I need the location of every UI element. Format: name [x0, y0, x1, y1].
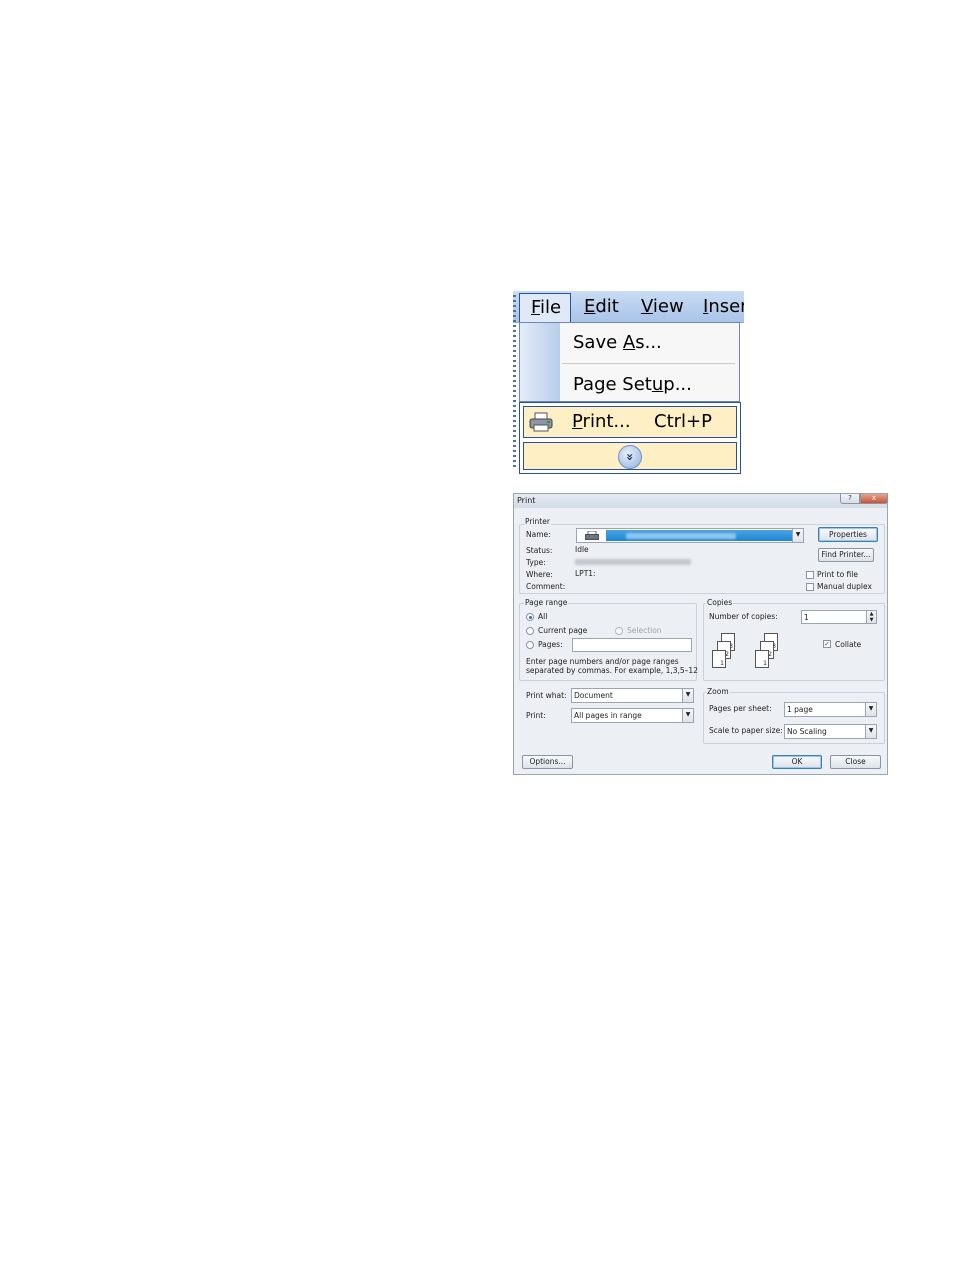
find-printer-button[interactable]: Find Printer...	[818, 548, 874, 562]
page-range-group-label: Page range	[524, 598, 569, 607]
help-button[interactable]: ?	[840, 494, 860, 504]
chevron-down-icon[interactable]: ▼	[792, 529, 803, 542]
all-label: All	[538, 612, 548, 621]
toolbar-grip	[513, 295, 516, 470]
comment-label: Comment:	[526, 582, 566, 591]
collate-page-icon: 1	[755, 650, 769, 668]
print-shortcut: Ctrl+P	[654, 411, 712, 432]
printer-icon	[529, 412, 553, 432]
copies-stepper[interactable]: 1 ▲ ▼	[801, 610, 877, 624]
print-what-label: Print what:	[526, 691, 567, 700]
print-label: Print...	[572, 411, 631, 432]
spinner-arrows-icon[interactable]: ▲ ▼	[866, 611, 876, 623]
close-button[interactable]: Close	[830, 755, 881, 769]
chevron-down-icon[interactable]: ▼	[865, 725, 876, 738]
chevron-down-icon[interactable]: ▼	[682, 709, 693, 722]
close-icon[interactable]: x	[860, 494, 888, 504]
printer-name-redacted	[626, 533, 736, 539]
menu-gutter	[520, 323, 560, 401]
menu-item-save-as[interactable]: Save As...	[573, 332, 662, 353]
scale-to-paper-label: Scale to paper size:	[709, 726, 783, 735]
type-label: Type:	[526, 558, 546, 567]
options-button[interactable]: Options...	[522, 755, 573, 769]
zoom-group-label: Zoom	[706, 687, 730, 696]
all-radio[interactable]	[526, 613, 534, 621]
print-highlight-area: Print... Ctrl+P »	[519, 402, 741, 474]
file-dropdown: Save As... Page Setup...	[519, 322, 740, 402]
chevron-down-icon[interactable]: ▼	[682, 689, 693, 702]
status-value: Idle	[575, 545, 589, 554]
current-page-label: Current page	[538, 626, 588, 635]
manual-duplex-checkbox[interactable]	[806, 583, 814, 591]
office-file-menu-screenshot: File Edit View Inser Save As... Page Set…	[513, 291, 744, 475]
menu-insert[interactable]: Inser	[703, 295, 744, 319]
page-range-hint-line2: separated by commas. For example, 1,3,5–…	[526, 666, 698, 675]
printer-icon	[585, 531, 599, 540]
where-label: Where:	[526, 570, 553, 579]
menu-separator	[562, 363, 735, 364]
collate-checkbox[interactable]: ✓	[823, 640, 831, 648]
selection-radio[interactable]	[615, 627, 623, 635]
pages-label: Pages:	[538, 640, 563, 649]
manual-duplex-label: Manual duplex	[817, 582, 872, 591]
printer-name-label: Name:	[526, 530, 551, 539]
collate-page-icon: 1	[712, 650, 726, 668]
ok-button[interactable]: OK	[772, 755, 822, 769]
chevron-double-down-icon[interactable]: »	[618, 445, 642, 469]
menu-edit[interactable]: Edit	[584, 295, 619, 319]
page-range-hint-line1: Enter page numbers and/or page ranges	[526, 657, 679, 666]
properties-button[interactable]: Properties	[818, 527, 878, 542]
pages-input[interactable]	[572, 638, 692, 652]
printer-type-redacted	[575, 559, 691, 565]
menu-view[interactable]: View	[641, 295, 684, 319]
print-to-file-label: Print to file	[817, 570, 858, 579]
current-page-radio[interactable]	[526, 627, 534, 635]
menu-item-page-setup[interactable]: Page Setup...	[573, 374, 692, 395]
print-what-select[interactable]: Document ▼	[571, 688, 694, 703]
menu-bar: File Edit View Inser	[513, 291, 744, 323]
print-select[interactable]: All pages in range ▼	[571, 708, 694, 723]
number-of-copies-label: Number of copies:	[709, 612, 778, 621]
where-value: LPT1:	[575, 569, 596, 578]
menu-file[interactable]: File	[519, 293, 571, 323]
dialog-titlebar: Print ? x	[514, 494, 888, 508]
printer-name-selection	[606, 530, 792, 541]
printer-name-combo[interactable]: ▼	[576, 528, 804, 543]
print-label: Print:	[526, 711, 546, 720]
status-label: Status:	[526, 546, 553, 555]
print-to-file-checkbox[interactable]	[806, 571, 814, 579]
pages-per-sheet-select[interactable]: 1 page ▼	[784, 702, 877, 717]
pages-radio[interactable]	[526, 641, 534, 649]
menu-item-print[interactable]: Print... Ctrl+P	[523, 406, 737, 438]
print-dialog: Print ? x Printer Name: ▼ Properties Fin…	[513, 493, 888, 775]
scale-to-paper-select[interactable]: No Scaling ▼	[784, 724, 877, 739]
pages-per-sheet-label: Pages per sheet:	[709, 704, 772, 713]
collate-label: Collate	[835, 640, 862, 649]
menu-expand-row[interactable]: »	[523, 442, 737, 470]
selection-label: Selection	[627, 626, 662, 635]
dialog-title: Print	[517, 496, 536, 505]
copies-group-label: Copies	[706, 598, 734, 607]
printer-group-label: Printer	[524, 517, 551, 526]
chevron-down-icon[interactable]: ▼	[865, 703, 876, 716]
